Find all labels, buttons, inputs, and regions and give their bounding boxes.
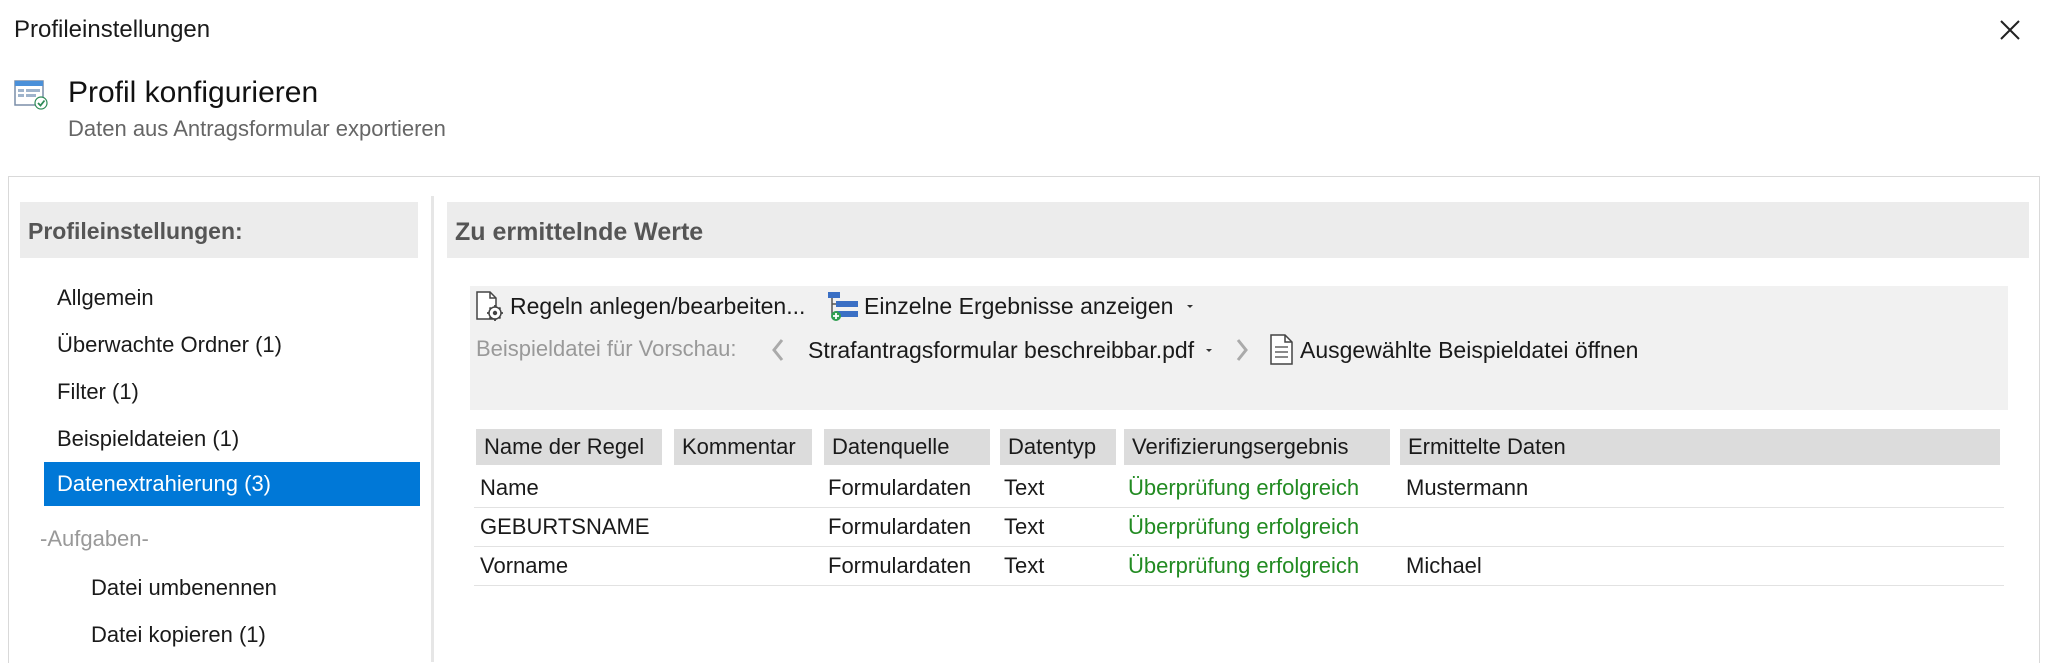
- cell-name: Vorname: [480, 553, 569, 578]
- cell-result: Überprüfung erfolgreich: [1128, 514, 1360, 539]
- cell-name: Name: [480, 475, 539, 500]
- sidebar-heading-label: Profileinstellungen:: [28, 218, 243, 244]
- column-header-name[interactable]: Name der Regel: [476, 429, 662, 465]
- sidebar-item-datenextrahierung[interactable]: Datenextrahierung (3): [44, 462, 420, 506]
- column-header-ermittelte-daten[interactable]: Ermittelte Daten: [1400, 429, 2000, 465]
- close-button[interactable]: [1990, 12, 2030, 48]
- previous-file-button[interactable]: [768, 332, 788, 368]
- column-header-datenquelle[interactable]: Datenquelle: [824, 429, 990, 465]
- cell-data: Mustermann: [1406, 475, 1529, 500]
- cell-result: Überprüfung erfolgreich: [1128, 553, 1360, 578]
- results-button-label: Einzelne Ergebnisse anzeigen: [864, 292, 1174, 319]
- chevron-left-icon: [772, 339, 784, 361]
- open-file-button-label: Ausgewählte Beispieldatei öffnen: [1300, 336, 1639, 363]
- table-row[interactable]: Name Formulardaten Text Überprüfung erfo…: [474, 469, 2004, 508]
- chevron-right-icon: [1236, 339, 1248, 361]
- cell-data: Michael: [1406, 553, 1482, 578]
- sidebar-item-beispieldateien[interactable]: Beispieldateien (1): [44, 417, 420, 461]
- cell-type: Text: [1004, 514, 1045, 539]
- sidebar-heading: Profileinstellungen:: [20, 202, 418, 258]
- document-icon: [1270, 334, 1293, 365]
- results-button[interactable]: Einzelne Ergebnisse anzeigen: [826, 286, 1197, 326]
- cell-source: Formulardaten: [828, 475, 972, 500]
- sidebar-group-label: -Aufgaben-: [40, 526, 149, 551]
- dropdown-arrow-icon: [1206, 349, 1213, 352]
- sidebar-item-ueberwachte-ordner[interactable]: Überwachte Ordner (1): [44, 323, 420, 367]
- next-file-button[interactable]: [1232, 332, 1252, 368]
- toolbar: Regeln anlegen/bearbeiten... Einzelne Er…: [470, 286, 2008, 410]
- table-row[interactable]: Vorname Formulardaten Text Überprüfung e…: [474, 547, 2004, 586]
- open-file-button[interactable]: Ausgewählte Beispieldatei öffnen: [1268, 330, 1638, 370]
- table-row[interactable]: GEBURTSNAME Formulardaten Text Überprüfu…: [474, 508, 2004, 547]
- section-heading-label: Zu ermittelnde Werte: [455, 218, 704, 246]
- column-header-verifizierungsergebnis[interactable]: Verifizierungsergebnis: [1124, 429, 1390, 465]
- cell-result: Überprüfung erfolgreich: [1128, 475, 1360, 500]
- profile-config-icon: [14, 80, 48, 115]
- column-header-kommentar[interactable]: Kommentar: [674, 429, 812, 465]
- column-header-datentyp[interactable]: Datentyp: [1000, 429, 1116, 465]
- section-heading: Zu ermittelnde Werte: [447, 202, 2029, 258]
- page-title: Profil konfigurieren: [68, 76, 319, 109]
- sidebar-item-datei-kopieren[interactable]: Datei kopieren (1): [78, 613, 418, 657]
- close-icon: [2000, 20, 2020, 40]
- preview-file-value: Strafantragsformular beschreibbar.pdf: [808, 336, 1195, 363]
- cell-source: Formulardaten: [828, 514, 972, 539]
- sidebar-item-filter[interactable]: Filter (1): [44, 370, 420, 414]
- cell-type: Text: [1004, 475, 1045, 500]
- preview-file-select[interactable]: Strafantragsformular beschreibbar.pdf: [808, 332, 1216, 368]
- page-subtitle: Daten aus Antragsformular exportieren: [68, 116, 446, 141]
- cell-name: GEBURTSNAME: [480, 514, 650, 539]
- cell-source: Formulardaten: [828, 553, 972, 578]
- sidebar-item-allgemein[interactable]: Allgemein: [44, 276, 420, 320]
- cell-type: Text: [1004, 553, 1045, 578]
- window-title: Profileinstellungen: [14, 16, 211, 43]
- sidebar-item-datei-umbenennen[interactable]: Datei umbenennen: [78, 566, 418, 610]
- hierarchy-icon: [828, 292, 858, 321]
- dropdown-arrow-icon: [1187, 305, 1194, 308]
- rules-button[interactable]: Regeln anlegen/bearbeiten...: [472, 286, 805, 326]
- document-gear-icon: [476, 291, 503, 321]
- pane-divider[interactable]: [431, 196, 434, 662]
- preview-file-label: Beispieldatei für Vorschau:: [476, 336, 737, 361]
- rules-button-label: Regeln anlegen/bearbeiten...: [510, 292, 806, 319]
